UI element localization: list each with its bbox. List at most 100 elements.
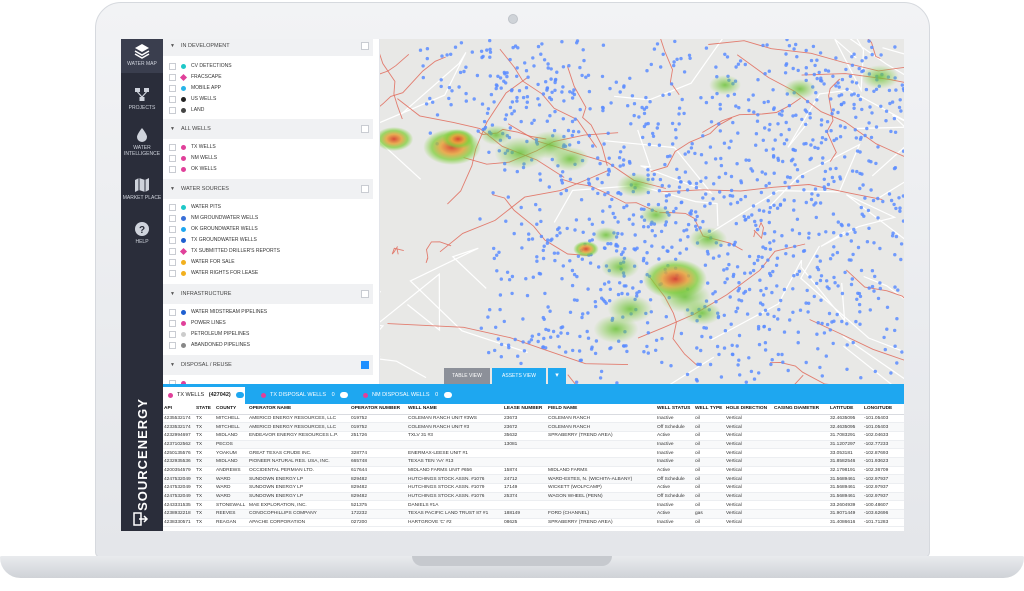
column-header[interactable]: FIELD NAME <box>547 404 656 415</box>
table-row[interactable]: 4200354579 TX ANDREWS OCCIDENTAL PERMIAN LT… <box>163 466 904 476</box>
table-row[interactable]: 4250135576 TX YOAKUM GREAT TEXAS CRUDE INC.… <box>163 448 904 458</box>
column-header[interactable]: WELL STATUS <box>656 404 694 415</box>
layer-row[interactable]: WATER PITS <box>163 202 373 213</box>
table-row[interactable]: 4243331535 TX STONEWALL MAE EXPLORATION, IN… <box>163 500 904 511</box>
section-checkbox[interactable] <box>361 290 369 298</box>
layer-row[interactable]: WATER FOR SALE <box>163 257 373 268</box>
table-row[interactable]: 4247532049 TX WARD SUNDOWN ENERGY LP 829482 H… <box>163 492 904 502</box>
nav-market-place[interactable]: MARKET PLACE <box>121 177 163 207</box>
layer-checkbox[interactable] <box>169 320 176 327</box>
map-canvas[interactable] <box>380 39 904 384</box>
layer-checkbox[interactable] <box>169 144 176 151</box>
table-cell: -101.05403 <box>863 414 904 424</box>
nav-projects[interactable]: PROJECTS <box>121 87 163 117</box>
layer-checkbox[interactable] <box>169 107 176 114</box>
table-row[interactable]: 4237102562 TX PECOS 13081 Inactive oil Vertica… <box>163 440 904 450</box>
section-water-sources[interactable]: ▼ WATER SOURCES <box>163 179 373 199</box>
cloud-download-icon[interactable] <box>443 391 452 398</box>
layer-row[interactable]: NM GROUNDWATER WELLS <box>163 213 373 224</box>
section-disposal-reuse[interactable]: ▼ DISPOSAL / REUSE <box>163 355 373 375</box>
layer-checkbox[interactable] <box>169 166 176 173</box>
layer-row[interactable]: LAND <box>163 105 373 116</box>
layer-row[interactable]: CV DETECTIONS <box>163 61 373 72</box>
layer-checkbox[interactable] <box>169 237 176 244</box>
table-view-button[interactable]: TABLE VIEW <box>444 368 490 384</box>
layer-checkbox[interactable] <box>169 248 176 255</box>
layer-checkbox[interactable] <box>169 270 176 277</box>
column-header[interactable]: WELL TYPE <box>694 404 725 415</box>
column-header[interactable]: API <box>163 404 195 415</box>
column-header[interactable]: OPERATOR NAME <box>248 404 350 415</box>
cloud-download-icon[interactable] <box>236 391 245 398</box>
section-checkbox[interactable] <box>361 42 369 50</box>
layer-label: MOBILE APP <box>191 85 222 91</box>
table-row[interactable]: 4238330571 TX REAGAN APACHE CORPORATION 0272… <box>163 518 904 528</box>
table-cell: 019752 <box>350 422 407 432</box>
column-header[interactable]: HOLE DIRECTION <box>725 404 773 415</box>
layer-checkbox[interactable] <box>169 259 176 266</box>
layer-row[interactable]: TX WELLS <box>163 142 373 153</box>
column-header[interactable]: COUNTY <box>215 404 248 415</box>
section-checkbox[interactable] <box>361 185 369 193</box>
map-view[interactable]: ⊕ ▮ ▦ ⚑ ⛶ ◎ ⋔ ↺ TABLE VIEW ASSETS VIEW ▾ <box>380 39 904 384</box>
column-header[interactable]: LATITUDE <box>829 404 863 415</box>
table-cell: SUNDOWN ENERGY LP <box>248 492 350 502</box>
layer-checkbox[interactable] <box>169 204 176 211</box>
layer-row[interactable]: NM WELLS <box>163 153 373 164</box>
tab-tx-wells[interactable]: TX WELLS (427042) <box>163 387 245 404</box>
table-row[interactable]: 4247532049 TX WARD SUNDOWN ENERGY LP 829482 H… <box>163 483 904 493</box>
layer-row[interactable]: FRACSCAPE <box>163 72 373 83</box>
layer-checkbox[interactable] <box>169 342 176 349</box>
layer-row[interactable]: POWER LINES <box>163 318 373 329</box>
layer-checkbox[interactable] <box>169 226 176 233</box>
layer-row[interactable]: MOBILE APP <box>163 83 373 94</box>
layer-checkbox[interactable] <box>169 331 176 338</box>
tab-nm-disposal-wells[interactable]: NM DISPOSAL WELLS 0 <box>358 387 453 404</box>
column-header[interactable]: LONGITUDE <box>863 404 904 415</box>
section-title: DISPOSAL / REUSE <box>181 362 232 368</box>
layer-checkbox[interactable] <box>169 63 176 70</box>
table-row[interactable]: 4235532174 TX MITCHELL AMERICO ENERGY RESOU… <box>163 414 904 424</box>
layer-checkbox[interactable] <box>169 96 176 103</box>
chevron-down-icon[interactable]: ▾ <box>548 368 566 384</box>
layer-row[interactable]: ABANDONED PIPELINES <box>163 340 373 351</box>
column-header[interactable]: CASING DIAMETER <box>773 404 829 415</box>
table-row[interactable]: 4247532049 TX WARD SUNDOWN ENERGY LP 829482 H… <box>163 474 904 484</box>
layer-row[interactable]: TX SUBMITTED DRILLER'S REPORTS <box>163 246 373 257</box>
cloud-download-icon[interactable] <box>340 391 349 398</box>
table-row[interactable]: 4232994697 TX MIDLAND ENDEAVOR ENERGY RESOU… <box>163 431 904 441</box>
layer-row[interactable]: WATER RIGHTS FOR LEASE <box>163 268 373 279</box>
section-infrastructure[interactable]: ▼ INFRASTRUCTURE <box>163 284 373 304</box>
layer-row[interactable]: WATER MIDSTREAM PIPELINES <box>163 307 373 318</box>
layer-checkbox[interactable] <box>169 215 176 222</box>
layer-row[interactable]: TX GROUNDWATER WELLS <box>163 235 373 246</box>
layer-row[interactable]: US WELLS <box>163 94 373 105</box>
table-row[interactable]: 4233532174 TX MITCHELL AMERICO ENERGY RESOU… <box>163 422 904 432</box>
table-row[interactable]: 4238932218 TX REEVES CONOCOPHILLIPS COMPANY… <box>163 509 904 519</box>
column-header[interactable]: LEASE NUMBER <box>503 404 547 415</box>
nav-water-map[interactable]: WATER MAP <box>121 39 163 73</box>
layer-checkbox[interactable] <box>169 85 176 92</box>
section-all-wells[interactable]: ▼ ALL WELLS <box>163 119 373 139</box>
table-row[interactable]: 4232935536 TX MIDLAND PIONEER NATURAL RES. … <box>163 457 904 467</box>
layer-checkbox[interactable] <box>169 155 176 162</box>
nav-water-intelligence[interactable]: WATER INTELLIGENCE <box>121 127 163 163</box>
layer-row[interactable]: OK GROUNDWATER WELLS <box>163 224 373 235</box>
logout-icon[interactable] <box>133 512 149 526</box>
layer-checkbox[interactable] <box>169 74 176 81</box>
column-header[interactable]: OPERATOR NUMBER <box>350 404 407 415</box>
layer-checkbox[interactable] <box>169 309 176 316</box>
section-checkbox[interactable] <box>361 361 369 369</box>
column-header[interactable]: STATE <box>195 404 215 415</box>
layer-row[interactable]: PETROLEUM PIPELINES <box>163 329 373 340</box>
table-cell: MITCHELL <box>215 422 248 432</box>
layer-row[interactable]: OK WELLS <box>163 164 373 175</box>
section-in-development[interactable]: ▼ IN DEVELOPMENT <box>163 39 373 56</box>
wells-table[interactable]: API STATE COUNTY OPERATOR NAME OPERATOR NUMB… <box>163 404 904 531</box>
tab-tx-disposal-wells[interactable]: TX DISPOSAL WELLS 0 <box>256 387 351 404</box>
assets-view-button[interactable]: ASSETS VIEW <box>492 368 546 384</box>
legend-dot <box>181 343 186 348</box>
nav-help[interactable]: ? HELP <box>121 221 163 251</box>
section-checkbox[interactable] <box>361 125 369 133</box>
column-header[interactable]: WELL NAME <box>407 404 503 415</box>
